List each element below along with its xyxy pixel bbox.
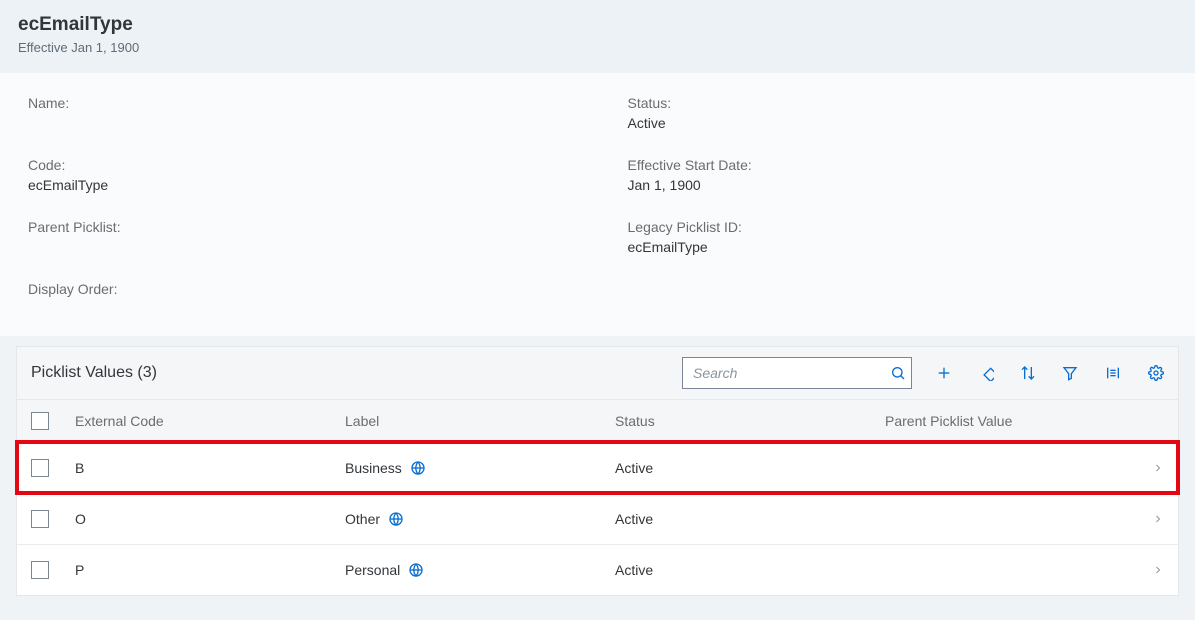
field-name-label: Name: <box>28 95 588 111</box>
col-external-code[interactable]: External Code <box>75 413 345 429</box>
row-checkbox[interactable] <box>31 459 49 477</box>
page-subtitle: Effective Jan 1, 1900 <box>18 40 1177 55</box>
field-effective-start: Effective Start Date: Jan 1, 1900 <box>628 157 1188 193</box>
details-icon[interactable] <box>1104 365 1122 381</box>
field-code: Code: ecEmailType <box>28 157 588 193</box>
chevron-right-icon[interactable] <box>1134 462 1164 474</box>
search-input[interactable] <box>682 357 912 389</box>
field-effective-start-value: Jan 1, 1900 <box>628 177 1188 193</box>
field-legacy-id-label: Legacy Picklist ID: <box>628 219 1188 235</box>
field-display-order-label: Display Order: <box>28 281 588 297</box>
row-label: Personal <box>345 562 400 578</box>
page-title: ecEmailType <box>18 14 1177 36</box>
col-status[interactable]: Status <box>615 413 885 429</box>
globe-icon[interactable] <box>408 562 424 578</box>
add-icon[interactable] <box>936 365 952 381</box>
row-label: Other <box>345 511 380 527</box>
col-parent-picklist-value[interactable]: Parent Picklist Value <box>885 413 1134 429</box>
picklist-values-section: Picklist Values (3) <box>16 346 1179 596</box>
field-legacy-id-value: ecEmailType <box>628 239 1188 255</box>
field-status: Status: Active <box>628 95 1188 131</box>
page-header: ecEmailType Effective Jan 1, 1900 <box>0 0 1195 73</box>
col-label[interactable]: Label <box>345 413 615 429</box>
row-code: B <box>75 460 345 476</box>
row-code: P <box>75 562 345 578</box>
sort-icon[interactable] <box>1020 365 1036 381</box>
field-name: Name: <box>28 95 588 131</box>
row-checkbox[interactable] <box>31 510 49 528</box>
settings-icon[interactable] <box>1148 365 1164 381</box>
field-legacy-id: Legacy Picklist ID: ecEmailType <box>628 219 1188 255</box>
chevron-right-icon[interactable] <box>1134 564 1164 576</box>
details-panel: Name: Status: Active Code: ecEmailType E… <box>0 73 1195 336</box>
search-wrap <box>682 357 912 389</box>
section-header: Picklist Values (3) <box>17 347 1178 399</box>
table-header-row: External Code Label Status Parent Pickli… <box>17 399 1178 442</box>
row-label: Business <box>345 460 402 476</box>
globe-icon[interactable] <box>388 511 404 527</box>
field-status-value: Active <box>628 115 1188 131</box>
row-checkbox[interactable] <box>31 561 49 579</box>
diamond-icon[interactable] <box>978 365 994 381</box>
field-code-value: ecEmailType <box>28 177 588 193</box>
field-status-label: Status: <box>628 95 1188 111</box>
table-row[interactable]: P Personal Active <box>17 544 1178 595</box>
toolbar-icons <box>936 365 1164 381</box>
table-row[interactable]: B Business Active <box>17 442 1178 493</box>
field-display-order: Display Order: <box>28 281 588 301</box>
search-icon[interactable] <box>890 365 906 381</box>
globe-icon[interactable] <box>410 460 426 476</box>
section-title: Picklist Values (3) <box>31 364 157 382</box>
field-parent-picklist-label: Parent Picklist: <box>28 219 588 235</box>
row-status: Active <box>615 562 885 578</box>
table-row[interactable]: O Other Active <box>17 493 1178 544</box>
row-code: O <box>75 511 345 527</box>
row-status: Active <box>615 460 885 476</box>
select-all-checkbox[interactable] <box>31 412 49 430</box>
field-effective-start-label: Effective Start Date: <box>628 157 1188 173</box>
field-parent-picklist: Parent Picklist: <box>28 219 588 255</box>
row-status: Active <box>615 511 885 527</box>
filter-icon[interactable] <box>1062 365 1078 381</box>
chevron-right-icon[interactable] <box>1134 513 1164 525</box>
section-tools <box>682 357 1164 389</box>
field-code-label: Code: <box>28 157 588 173</box>
